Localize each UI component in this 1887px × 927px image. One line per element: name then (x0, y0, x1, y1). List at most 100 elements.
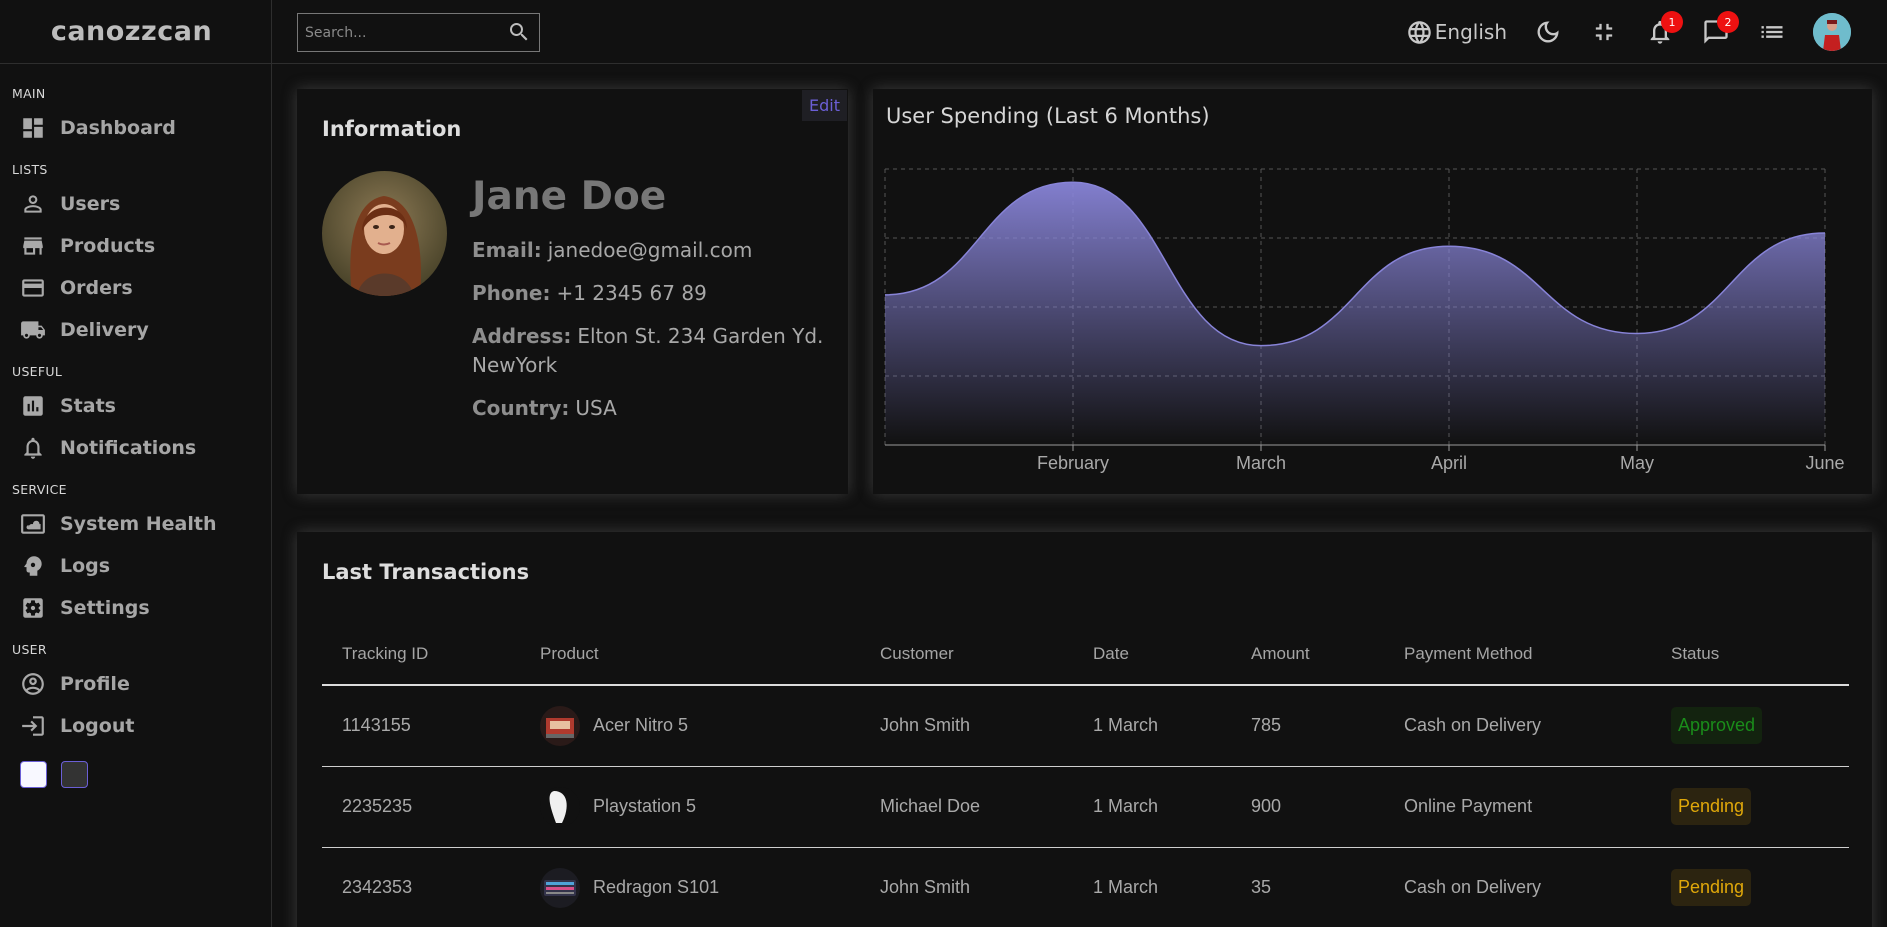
column-header: Payment Method (1384, 624, 1651, 686)
list-menu-button[interactable] (1757, 17, 1787, 47)
table-header-row: Tracking ID Product Customer Date Amount… (322, 624, 1849, 686)
sidebar-item-notifications[interactable]: Notifications (12, 427, 271, 469)
status-cell: Approved (1651, 685, 1849, 767)
sidebar-item-profile[interactable]: Profile (12, 663, 271, 705)
detail-country: Country: USA (472, 394, 827, 423)
search-input[interactable] (298, 24, 498, 41)
brain-icon (19, 552, 47, 580)
user-avatar[interactable] (1813, 13, 1851, 51)
table-row[interactable]: 2235235 Playstation 5 Michael Doe 1 Marc… (322, 766, 1849, 848)
sidebar-item-logs[interactable]: Logs (12, 545, 271, 587)
column-header: Tracking ID (322, 624, 520, 686)
dark-theme-swatch[interactable] (61, 761, 88, 788)
settings-icon (19, 594, 47, 622)
spending-chart-card: User Spending (Last 6 Months) February Ma… (873, 89, 1872, 494)
column-header: Date (1073, 624, 1231, 686)
table-row[interactable]: 2342353 Redragon S101 John Smith 1 March… (322, 847, 1849, 927)
detail-value: USA (575, 396, 617, 420)
column-header: Product (520, 624, 860, 686)
sidebar-item-label: Logout (60, 715, 135, 737)
sidebar-item-label: Stats (60, 395, 116, 417)
product-cell: Redragon S101 (520, 847, 860, 927)
dashboard-icon (19, 114, 47, 142)
product-image (540, 705, 580, 746)
messages-button[interactable]: 2 (1701, 11, 1739, 47)
detail-label: Phone: (472, 281, 551, 305)
detail-label: Country: (472, 396, 570, 420)
sidebar-item-settings[interactable]: Settings (12, 587, 271, 629)
customer-name: John Smith (860, 847, 1073, 927)
section-title-user: USER (12, 642, 47, 657)
logout-icon (19, 712, 47, 740)
dark-mode-toggle[interactable] (1533, 17, 1563, 47)
product-cell: Playstation 5 (520, 766, 860, 848)
sidebar-item-stats[interactable]: Stats (12, 385, 271, 427)
sidebar-item-label: Dashboard (60, 117, 176, 139)
detail-label: Email: (472, 238, 542, 262)
topbar-actions: English 1 2 (1406, 0, 1851, 64)
sidebar-nav: MAIN Dashboard LISTS Users Products Orde… (0, 64, 271, 788)
transactions-card: Last Transactions Tracking ID Product Cu… (297, 532, 1872, 927)
card-title: Last Transactions (322, 560, 530, 584)
section-title-service: SERVICE (12, 482, 67, 497)
sidebar-item-label: System Health (60, 513, 217, 535)
status-badge: Pending (1671, 788, 1752, 825)
sidebar: canozzcan MAIN Dashboard LISTS Users Pro… (0, 0, 272, 927)
fullscreen-exit-button[interactable] (1589, 17, 1619, 47)
sidebar-item-products[interactable]: Products (12, 225, 271, 267)
transaction-date: 1 March (1073, 685, 1231, 767)
section-title-useful: USEFUL (12, 364, 63, 379)
light-theme-swatch[interactable] (20, 761, 47, 788)
payment-method: Cash on Delivery (1384, 847, 1651, 927)
product-name: Redragon S101 (593, 877, 720, 897)
messages-badge: 2 (1717, 11, 1739, 33)
x-tick-label: April (1431, 453, 1467, 473)
column-header: Amount (1231, 624, 1384, 686)
x-tick-label: March (1236, 453, 1286, 473)
section-title-main: MAIN (12, 86, 46, 101)
sidebar-item-label: Settings (60, 597, 150, 619)
sidebar-item-label: Orders (60, 277, 133, 299)
account-circle-icon (19, 670, 47, 698)
sidebar-item-label: Profile (60, 673, 130, 695)
transaction-amount: 35 (1231, 847, 1384, 927)
x-tick-label: May (1620, 453, 1654, 473)
transaction-amount: 785 (1231, 685, 1384, 767)
tracking-id: 2342353 (322, 847, 520, 927)
language-selector[interactable]: English (1406, 19, 1507, 46)
sidebar-item-system-health[interactable]: System Health (12, 503, 271, 545)
topbar: English 1 2 (272, 0, 1887, 64)
user-details: Email: janedoe@gmail.com Phone: +1 2345 67… (472, 236, 827, 437)
sidebar-item-orders[interactable]: Orders (12, 267, 271, 309)
sidebar-item-delivery[interactable]: Delivery (12, 309, 271, 351)
payment-method: Online Payment (1384, 766, 1651, 848)
status-cell: Pending (1651, 847, 1849, 927)
detail-value: +1 2345 67 89 (556, 281, 707, 305)
brand[interactable]: canozzcan (0, 0, 271, 64)
table-row[interactable]: 1143155 Acer Nitro 5 John Smith 1 March … (322, 685, 1849, 767)
product-name: Acer Nitro 5 (593, 715, 689, 736)
store-icon (19, 232, 47, 260)
brand-logo-text: canozzcan (50, 16, 213, 47)
spending-area-fill (885, 182, 1825, 446)
sidebar-item-label: Delivery (60, 319, 149, 341)
information-card: Edit Information Jane Doe Email: janedoe@… (297, 89, 848, 494)
search-icon[interactable] (507, 20, 531, 44)
cloud-icon (19, 510, 47, 538)
notifications-badge: 1 (1661, 11, 1683, 33)
notifications-button[interactable]: 1 (1645, 11, 1683, 47)
sidebar-item-logout[interactable]: Logout (12, 705, 271, 747)
sidebar-item-dashboard[interactable]: Dashboard (12, 107, 271, 149)
detail-phone: Phone: +1 2345 67 89 (472, 279, 827, 308)
sidebar-item-users[interactable]: Users (12, 183, 271, 225)
x-tick-label: June (1805, 453, 1844, 473)
list-icon (1761, 26, 1783, 38)
x-tick-label: February (1037, 453, 1109, 473)
transaction-amount: 900 (1231, 766, 1384, 848)
profile-photo (322, 171, 447, 296)
section-title-lists: LISTS (12, 162, 48, 177)
edit-button[interactable]: Edit (802, 90, 847, 121)
transactions-table: Tracking ID Product Customer Date Amount… (322, 624, 1849, 927)
detail-address: Address: Elton St. 234 Garden Yd. NewYork (472, 322, 827, 380)
status-badge: Approved (1671, 707, 1763, 745)
